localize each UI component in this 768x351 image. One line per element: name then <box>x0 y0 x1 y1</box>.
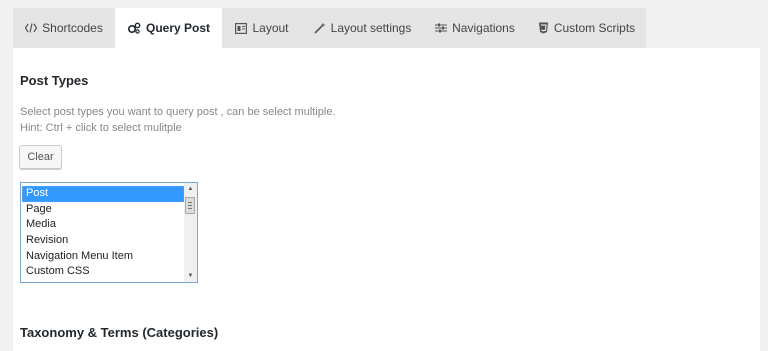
post-types-description: Select post types you want to query post… <box>20 106 336 118</box>
tab-label: Query Post <box>145 21 211 35</box>
query-post-panel: Post Types Select post types you want to… <box>13 48 760 351</box>
post-types-heading: Post Types <box>20 73 89 88</box>
option-media[interactable]: Media <box>22 217 184 233</box>
post-types-hint: Hint: Ctrl + click to select mulitple <box>20 122 182 134</box>
option-navigation-menu-item[interactable]: Navigation Menu Item <box>22 249 184 265</box>
option-post[interactable]: Post <box>22 186 184 202</box>
tab-custom-scripts[interactable]: Custom Scripts <box>527 8 646 48</box>
tab-layout[interactable]: Layout <box>222 8 302 48</box>
listbox-scrollbar[interactable]: ▲ ▼ <box>184 183 197 282</box>
tab-label: Navigations <box>452 21 515 35</box>
taxonomy-heading: Taxonomy & Terms (Categories) <box>20 325 219 340</box>
scroll-thumb[interactable] <box>185 197 195 214</box>
css3-icon <box>538 22 549 34</box>
post-types-options: Post Page Media Revision Navigation Menu… <box>22 186 184 280</box>
tab-layout-settings[interactable]: Layout settings <box>302 8 423 48</box>
sliders-icon <box>435 23 448 33</box>
tab-label: Custom Scripts <box>553 21 636 35</box>
gears-icon <box>127 22 141 34</box>
post-types-select[interactable]: Post Page Media Revision Navigation Menu… <box>20 182 198 283</box>
option-page[interactable]: Page <box>22 202 184 218</box>
scroll-up-arrow-icon[interactable]: ▲ <box>184 183 197 195</box>
option-revision[interactable]: Revision <box>22 233 184 249</box>
tab-label: Shortcodes <box>42 21 103 35</box>
code-icon <box>25 23 38 33</box>
tab-shortcodes[interactable]: Shortcodes <box>13 8 115 48</box>
tab-query-post[interactable]: Query Post <box>115 8 222 48</box>
layout-icon <box>235 22 248 34</box>
clear-button[interactable]: Clear <box>19 145 62 169</box>
tab-label: Layout settings <box>330 21 412 35</box>
tab-label: Layout <box>252 21 289 35</box>
scroll-down-arrow-icon[interactable]: ▼ <box>184 270 197 282</box>
tab-navigations[interactable]: Navigations <box>423 8 527 48</box>
option-custom-css[interactable]: Custom CSS <box>22 264 184 280</box>
tab-bar: Shortcodes Query Post Layout Layout sett… <box>13 8 646 48</box>
magic-wand-icon <box>314 22 326 34</box>
